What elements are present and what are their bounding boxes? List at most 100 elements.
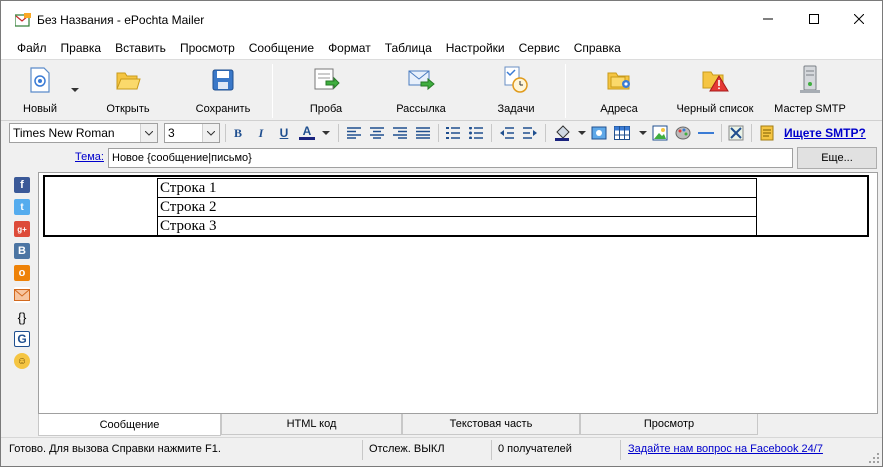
outdent-icon[interactable] [499,125,515,141]
table-cell[interactable]: Строка 1 [157,178,757,198]
twitter-icon[interactable]: t [14,199,30,215]
outer-table[interactable]: Строка 1 Строка 2 Строка 3 [43,175,869,237]
bold-icon[interactable]: B [230,125,246,141]
fill-color-icon[interactable] [554,125,570,141]
format-separator [338,124,339,142]
menu-service[interactable]: Сервис [512,37,567,59]
numbered-list-icon[interactable] [445,125,461,141]
underline-icon[interactable]: U [276,125,292,141]
indent-icon[interactable] [522,125,538,141]
maximize-button[interactable] [791,1,837,37]
font-family-select[interactable]: Times New Roman [9,123,158,143]
find-smtp-link[interactable]: Ищете SMTP? [784,126,866,140]
google-plus-icon[interactable]: g+ [14,221,30,237]
app-window: Без Названия - ePochta Mailer Файл Правк… [0,0,883,467]
smtp-search-icon[interactable] [759,125,775,141]
fill-color-dropdown-icon[interactable] [574,125,590,141]
test-button[interactable]: Проба [295,66,357,118]
align-left-icon[interactable] [346,125,362,141]
tab-html-code[interactable]: HTML код [221,414,402,435]
minimize-button[interactable] [745,1,791,37]
italic-icon[interactable]: I [253,125,269,141]
align-center-icon[interactable] [369,125,385,141]
format-separator [751,124,752,142]
chevron-down-icon [202,124,219,142]
blacklist-button[interactable]: Черный список [670,66,760,118]
horizontal-line-icon[interactable] [698,125,714,141]
table-row[interactable]: Строка 2 [157,197,757,217]
odnoklassniki-icon[interactable]: o [14,265,30,281]
align-justify-icon[interactable] [415,125,431,141]
resize-grip-icon[interactable] [869,453,879,463]
inner-table[interactable]: Строка 1 Строка 2 Строка 3 [157,178,757,236]
facebook-question-link[interactable]: Задайте нам вопрос на Facebook 24/7 [628,443,823,455]
chevron-down-icon [140,124,157,142]
palette-icon[interactable] [675,125,691,141]
table-dropdown-icon[interactable] [635,125,651,141]
align-right-icon[interactable] [392,125,408,141]
format-toolbar: Times New Roman 3 B I U A Ищете SMTP? [1,122,882,146]
open-button[interactable]: Открыть [97,66,159,118]
window-title: Без Названия - ePochta Mailer [37,13,205,27]
font-size-select[interactable]: 3 [164,123,220,143]
format-separator [438,124,439,142]
clear-format-icon[interactable] [728,125,744,141]
tab-message[interactable]: Сообщение [38,414,221,436]
menu-file[interactable]: Файл [10,37,54,59]
save-button[interactable]: Сохранить [189,66,257,118]
menu-help[interactable]: Справка [567,37,628,59]
message-editor[interactable]: Строка 1 Строка 2 Строка 3 [38,172,878,414]
editor-tabs: Сообщение HTML код Текстовая часть Просм… [38,414,878,436]
tab-text-part[interactable]: Текстовая часть [402,414,580,435]
menu-format[interactable]: Формат [321,37,378,59]
status-tracking: Отслеж. ВЫКЛ [365,440,492,460]
braces-icon[interactable]: {} [14,309,30,325]
subject-row: Тема: Новое {сообщение|письмо} Еще... [1,147,882,169]
addresses-button[interactable]: Адреса [588,66,650,118]
new-button[interactable]: Новый [9,66,71,118]
status-help-text: Готово. Для вызова Справки нажмите F1. [5,440,363,460]
title-bar: Без Названия - ePochta Mailer [1,1,882,37]
save-disk-icon [212,69,234,91]
smtp-server-icon [800,65,820,93]
table-cell[interactable]: Строка 2 [157,197,757,217]
blacklist-warning-icon [702,71,729,92]
more-button[interactable]: Еще... [797,147,877,169]
folder-open-icon [116,72,141,90]
tab-preview[interactable]: Просмотр [580,414,758,435]
font-color-icon[interactable]: A [299,124,315,140]
address-book-icon [607,72,630,90]
insert-table-icon[interactable] [614,125,630,141]
vk-icon[interactable]: B [14,243,30,259]
bullet-list-icon[interactable] [468,125,484,141]
close-button[interactable] [836,1,882,37]
mailing-button[interactable]: Рассылка [387,66,455,118]
format-separator [721,124,722,142]
menu-insert[interactable]: Вставить [108,37,173,59]
menu-edit[interactable]: Правка [54,37,109,59]
subject-input[interactable]: Новое {сообщение|письмо} [108,148,793,168]
status-recipients: 0 получателей [494,440,621,460]
google-icon[interactable]: G [14,331,30,347]
new-message-icon [30,67,50,93]
menu-view[interactable]: Просмотр [173,37,242,59]
menu-message[interactable]: Сообщение [242,37,321,59]
insert-image-icon[interactable] [591,125,607,141]
smtp-master-button[interactable]: Мастер SMTP [771,65,849,118]
smiley-icon[interactable]: ☺ [14,353,30,369]
menu-settings[interactable]: Настройки [439,37,512,59]
font-color-dropdown-icon[interactable] [318,125,334,141]
menu-table[interactable]: Таблица [378,37,439,59]
insert-picture-icon[interactable] [652,125,668,141]
new-dropdown-arrow[interactable] [71,88,79,92]
facebook-icon[interactable]: f [14,177,30,193]
subject-label[interactable]: Тема: [75,151,104,163]
table-row[interactable]: Строка 1 [157,178,757,198]
mailing-envelope-icon [408,70,435,91]
toolbar-separator [272,64,273,118]
mail-icon[interactable] [14,287,30,303]
table-cell[interactable]: Строка 3 [157,216,757,236]
table-row[interactable]: Строка 3 [157,216,757,236]
menu-bar: Файл Правка Вставить Просмотр Сообщение … [1,37,882,59]
tasks-button[interactable]: Задачи [485,66,547,118]
